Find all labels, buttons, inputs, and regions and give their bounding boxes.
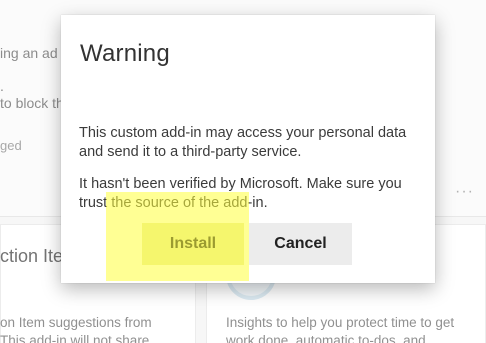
dialog-title: Warning: [80, 40, 170, 67]
warning-dialog: Warning This custom add-in may access yo…: [61, 15, 435, 283]
cancel-button[interactable]: Cancel: [249, 223, 352, 265]
dialog-message: It hasn't been verified by Microsoft. Ma…: [79, 176, 402, 211]
install-button[interactable]: Install: [142, 223, 244, 265]
dialog-message: This custom add-in may access your perso…: [79, 125, 407, 160]
